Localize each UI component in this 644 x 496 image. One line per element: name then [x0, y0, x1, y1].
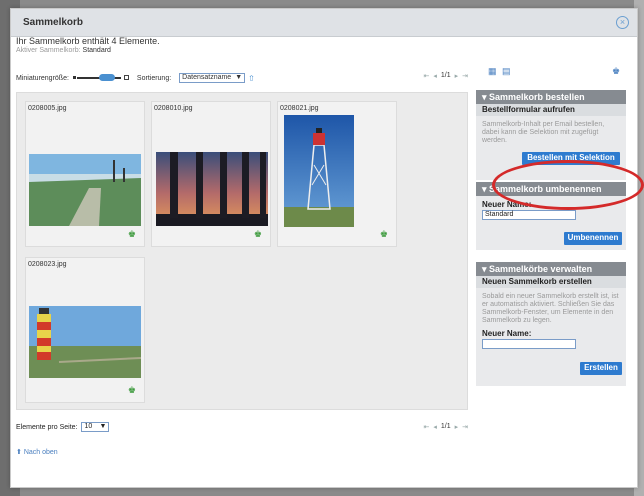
sort-direction-icon[interactable]: ⇧ — [248, 74, 255, 83]
slider-handle[interactable] — [98, 74, 115, 81]
prev-page-icon[interactable]: ◂ — [433, 72, 437, 80]
manage-panel-subheader: Neuen Sammelkorb erstellen — [476, 276, 626, 288]
new-basket-name-input[interactable] — [482, 339, 576, 349]
back-to-top-link[interactable]: ⬆ Nach oben — [16, 448, 58, 456]
thumbnail-image-tower[interactable] — [284, 115, 354, 227]
dialog-titlebar: Sammelkorb × — [11, 9, 637, 37]
rename-name-label: Neuer Name: — [482, 200, 532, 209]
basket-icon[interactable]: ♚ — [612, 66, 620, 77]
thumbnail-card[interactable]: 0208005.jpg ♚ — [25, 101, 145, 247]
order-panel-subheader: Bestellformular aufrufen — [476, 104, 626, 116]
first-page-icon[interactable]: ⇤ — [423, 72, 429, 80]
active-basket-value: Standard — [82, 47, 111, 54]
manage-panel: ▾ Sammelkörbe verwalten Neuen Sammelkorb… — [476, 262, 626, 386]
thumbnail-card[interactable]: 0208010.jpg ♚ — [151, 101, 271, 247]
manage-panel-text: Sobald ein neuer Sammelkorb erstellt ist… — [482, 293, 619, 324]
active-basket-label: Aktiver Sammelkorb: — [16, 47, 81, 54]
chevron-down-icon: ▼ — [99, 423, 107, 430]
last-page-icon[interactable]: ⇥ — [462, 423, 468, 431]
thumbnail-card[interactable]: 0208021.jpg ♚ — [277, 101, 397, 247]
rename-name-input[interactable]: Standard — [482, 210, 576, 220]
thumbnail-filename: 0208005.jpg — [28, 105, 67, 112]
thumbnail-grid: 0208005.jpg ♚ 0208010.jpg ♚ 0208021.jpg — [16, 92, 468, 410]
thumbnail-image-lighthouse[interactable] — [29, 306, 141, 378]
thumbnail-filename: 0208023.jpg — [28, 261, 67, 268]
order-panel-header[interactable]: ▾ Sammelkorb bestellen — [476, 90, 626, 104]
new-basket-name-label: Neuer Name: — [482, 329, 532, 338]
page-indicator: 1/1 — [440, 423, 451, 430]
create-basket-button[interactable]: Erstellen — [580, 362, 622, 375]
manage-panel-header[interactable]: ▾ Sammelkörbe verwalten — [476, 262, 626, 276]
chevron-down-icon: ▼ — [235, 74, 243, 81]
per-page-label: Elemente pro Seite: — [16, 423, 78, 431]
active-basket-line: Aktiver Sammelkorb: Standard — [16, 47, 160, 54]
sort-label: Sortierung: — [136, 74, 172, 82]
page-indicator: 1/1 — [440, 72, 451, 79]
dialog-title: Sammelkorb — [23, 17, 84, 28]
small-size-icon — [72, 76, 76, 79]
last-page-icon[interactable]: ⇥ — [462, 72, 468, 80]
thumbnail-card[interactable]: 0208023.jpg ♚ — [25, 257, 145, 403]
bottom-pager: ⇤ ◂ 1/1 ▸ ⇥ — [423, 423, 468, 431]
basket-icon[interactable]: ♚ — [254, 229, 262, 240]
basket-icon[interactable]: ♚ — [380, 229, 388, 240]
order-panel-text: Sammelkorb-Inhalt per Email bestellen, d… — [482, 121, 605, 144]
thumbnail-filename: 0208021.jpg — [280, 105, 319, 112]
thumb-size-label: Miniaturengröße: — [16, 74, 69, 82]
basket-info: Ihr Sammelkorb enthält 4 Elemente. Aktiv… — [16, 36, 160, 54]
prev-page-icon[interactable]: ◂ — [433, 423, 437, 431]
next-page-icon[interactable]: ▸ — [455, 72, 459, 80]
grid-toolbar: Miniaturengröße: Sortierung: Datensatzna… — [16, 70, 468, 86]
rename-panel-header[interactable]: ▾ Sammelkorb umbenennen — [476, 182, 626, 196]
sidebar-icons: ▦ ▤ ♚ — [478, 66, 624, 80]
basket-list-icon[interactable]: ▦ — [488, 66, 497, 77]
first-page-icon[interactable]: ⇤ — [423, 423, 429, 431]
top-pager: ⇤ ◂ 1/1 ▸ ⇥ — [423, 72, 468, 80]
rename-button[interactable]: Umbenennen — [564, 232, 622, 245]
thumbnail-image-sunset[interactable] — [156, 152, 268, 226]
basket-icon[interactable]: ♚ — [128, 385, 136, 396]
thumb-size-slider[interactable] — [72, 74, 129, 82]
arrow-up-icon: ⬆ — [16, 449, 22, 456]
grid-footer: Elemente pro Seite: 10 ▼ ⇤ ◂ 1/1 ▸ ⇥ — [16, 420, 468, 434]
sort-select[interactable]: Datensatzname ▼ — [179, 73, 246, 83]
order-panel: ▾ Sammelkorb bestellen Bestellformular a… — [476, 90, 626, 180]
per-page-select[interactable]: 10 ▼ — [81, 422, 110, 432]
close-icon[interactable]: × — [616, 16, 629, 29]
thumbnail-filename: 0208010.jpg — [154, 105, 193, 112]
order-with-selection-button[interactable]: Bestellen mit Selektion — [522, 152, 620, 165]
thumbnail-image-dike[interactable] — [29, 154, 141, 226]
basket-count-text: Ihr Sammelkorb enthält 4 Elemente. — [16, 36, 160, 46]
next-page-icon[interactable]: ▸ — [455, 423, 459, 431]
rename-panel: ▾ Sammelkorb umbenennen Neuer Name: Stan… — [476, 182, 626, 250]
basket-grid-icon[interactable]: ▤ — [502, 66, 511, 77]
large-size-icon — [123, 75, 129, 80]
basket-icon[interactable]: ♚ — [128, 229, 136, 240]
